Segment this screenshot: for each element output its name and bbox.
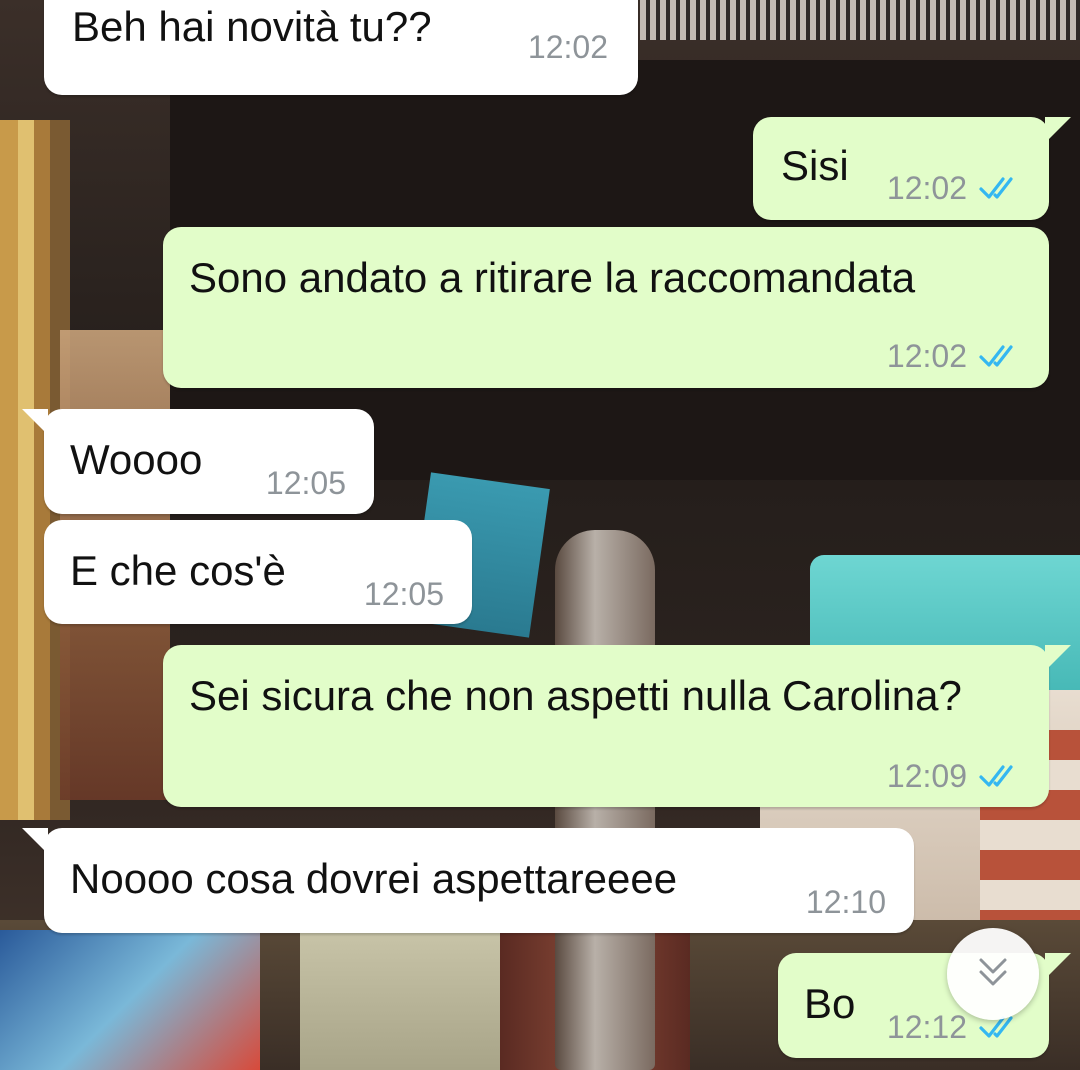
message-meta: 12:02 xyxy=(528,18,608,76)
scroll-to-bottom-button[interactable] xyxy=(947,928,1039,1020)
message-meta: 12:09 xyxy=(887,747,1021,805)
message-meta: 12:02 xyxy=(887,159,1021,217)
message-text: Noooo cosa dovrei aspettareeee xyxy=(70,855,678,902)
message-text: Sono andato a ritirare la raccomandata xyxy=(189,254,916,301)
message-time: 12:12 xyxy=(886,1009,967,1045)
read-ticks-icon xyxy=(979,343,1021,369)
message-text: E che cos'è xyxy=(70,547,286,594)
message-text: Sisi xyxy=(781,142,849,189)
message-text: Bo xyxy=(804,980,856,1027)
read-ticks-icon xyxy=(979,175,1021,201)
message-time: 12:10 xyxy=(805,884,886,920)
message-text: Beh hai novità tu?? xyxy=(72,3,432,50)
message-outgoing[interactable]: Sei sicura che non aspetti nulla Carolin… xyxy=(163,645,1071,807)
message-meta: 12:05 xyxy=(364,565,444,623)
message-incoming[interactable]: Woooo 12:05 xyxy=(22,409,374,514)
double-chevron-down-icon xyxy=(973,952,1013,997)
message-text: Woooo xyxy=(70,436,203,483)
message-outgoing[interactable]: Sono andato a ritirare la raccomandata 1… xyxy=(163,227,1049,388)
message-time: 12:02 xyxy=(886,338,967,374)
message-time: 12:02 xyxy=(527,29,608,65)
message-text: Sei sicura che non aspetti nulla Carolin… xyxy=(189,672,962,719)
message-meta: 12:05 xyxy=(266,454,346,512)
read-ticks-icon xyxy=(979,763,1021,789)
message-time: 12:09 xyxy=(886,758,967,794)
message-incoming[interactable]: Beh hai novità tu?? 12:02 xyxy=(44,0,638,95)
message-list[interactable]: Beh hai novità tu?? 12:02 Sisi 12:02 Son… xyxy=(0,0,1080,1070)
message-incoming[interactable]: E che cos'è 12:05 xyxy=(44,520,472,624)
message-meta: 12:10 xyxy=(806,873,886,931)
message-outgoing[interactable]: Sisi 12:02 xyxy=(753,117,1071,220)
message-time: 12:05 xyxy=(265,465,346,501)
message-incoming[interactable]: Noooo cosa dovrei aspettareeee 12:10 xyxy=(22,828,914,933)
message-time: 12:02 xyxy=(886,170,967,206)
message-meta: 12:02 xyxy=(887,327,1021,385)
message-time: 12:05 xyxy=(363,576,444,612)
